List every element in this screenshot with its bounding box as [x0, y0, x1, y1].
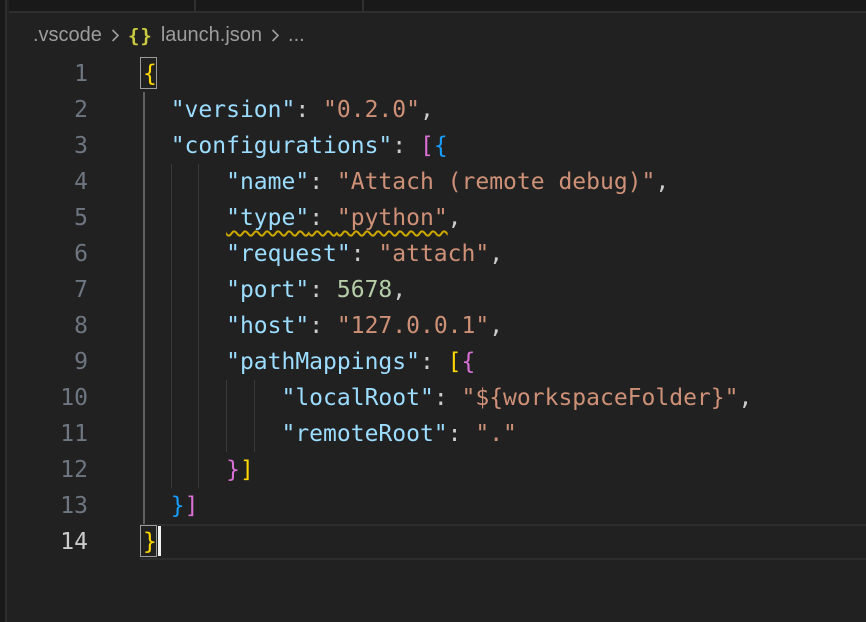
- indent-guide: [143, 92, 145, 524]
- code-line[interactable]: 10 "localRoot": "${workspaceFolder}",: [9, 380, 866, 416]
- current-line-highlight: [140, 524, 866, 526]
- tab-bar[interactable]: [9, 0, 866, 13]
- code-line[interactable]: 5 "type": "python",: [9, 200, 866, 236]
- code-text: "port": 5678,: [143, 272, 406, 308]
- indent-guide: [226, 380, 227, 452]
- line-number[interactable]: 13: [9, 488, 143, 524]
- code-line[interactable]: 8 "host": "127.0.0.1",: [9, 308, 866, 344]
- code-line[interactable]: 4 "name": "Attach (remote debug)",: [9, 164, 866, 200]
- line-number[interactable]: 6: [9, 236, 143, 272]
- line-number[interactable]: 12: [9, 452, 143, 488]
- code-line[interactable]: 3 "configurations": [{: [9, 128, 866, 164]
- line-number[interactable]: 11: [9, 416, 143, 452]
- code-text: "configurations": [{: [143, 128, 448, 164]
- line-number[interactable]: 5: [9, 200, 143, 236]
- code-text: "host": "127.0.0.1",: [143, 308, 503, 344]
- editor-group-left-border: [0, 0, 7, 622]
- line-number[interactable]: 1: [9, 56, 143, 92]
- line-number[interactable]: 10: [9, 380, 143, 416]
- code-line[interactable]: 1{: [9, 56, 866, 92]
- code-text: "localRoot": "${workspaceFolder}",: [143, 380, 752, 416]
- line-number[interactable]: 3: [9, 128, 143, 164]
- breadcrumb-folder[interactable]: .vscode: [33, 24, 102, 47]
- code-text: "version": "0.2.0",: [143, 92, 434, 128]
- code-line[interactable]: 14}: [9, 524, 866, 560]
- warning-squiggle: "type": "python": [226, 205, 448, 231]
- vscode-window: .vscode {} launch.json ... 1{2 "version"…: [0, 0, 866, 622]
- code-line[interactable]: 7 "port": 5678,: [9, 272, 866, 308]
- breadcrumb-file[interactable]: launch.json: [161, 24, 262, 47]
- line-number[interactable]: 8: [9, 308, 143, 344]
- chevron-right-icon: [109, 27, 121, 44]
- code-text: "name": "Attach (remote debug)",: [143, 164, 669, 200]
- chevron-right-icon: [269, 27, 281, 44]
- indent-guide: [171, 164, 172, 488]
- breadcrumb-symbol[interactable]: ...: [288, 24, 305, 47]
- bracket-match-box: [140, 57, 157, 89]
- json-file-icon: {}: [128, 25, 153, 47]
- code-editor[interactable]: 1{2 "version": "0.2.0",3 "configurations…: [9, 56, 866, 560]
- bracket-match-box: [140, 525, 157, 557]
- code-line[interactable]: 6 "request": "attach",: [9, 236, 866, 272]
- code-text: "type": "python",: [143, 200, 462, 236]
- line-number[interactable]: 9: [9, 344, 143, 380]
- tab-divider: [194, 0, 196, 13]
- code-line[interactable]: 12 }]: [9, 452, 866, 488]
- text-cursor: [158, 526, 161, 556]
- line-number[interactable]: 2: [9, 92, 143, 128]
- code-text: "pathMappings": [{: [143, 344, 475, 380]
- code-line[interactable]: 2 "version": "0.2.0",: [9, 92, 866, 128]
- current-line-highlight: [140, 558, 866, 560]
- indent-guide: [254, 380, 255, 452]
- code-text: }]: [143, 488, 198, 524]
- tab-divider: [362, 0, 364, 13]
- code-line[interactable]: 11 "remoteRoot": ".": [9, 416, 866, 452]
- code-text: "request": "attach",: [143, 236, 503, 272]
- line-number[interactable]: 7: [9, 272, 143, 308]
- line-number[interactable]: 4: [9, 164, 143, 200]
- code-line[interactable]: 13 }]: [9, 488, 866, 524]
- indent-guide: [198, 164, 199, 488]
- line-number[interactable]: 14: [9, 524, 143, 560]
- code-line[interactable]: 9 "pathMappings": [{: [9, 344, 866, 380]
- code-text: "remoteRoot": ".": [143, 416, 517, 452]
- breadcrumb: .vscode {} launch.json ...: [9, 15, 866, 56]
